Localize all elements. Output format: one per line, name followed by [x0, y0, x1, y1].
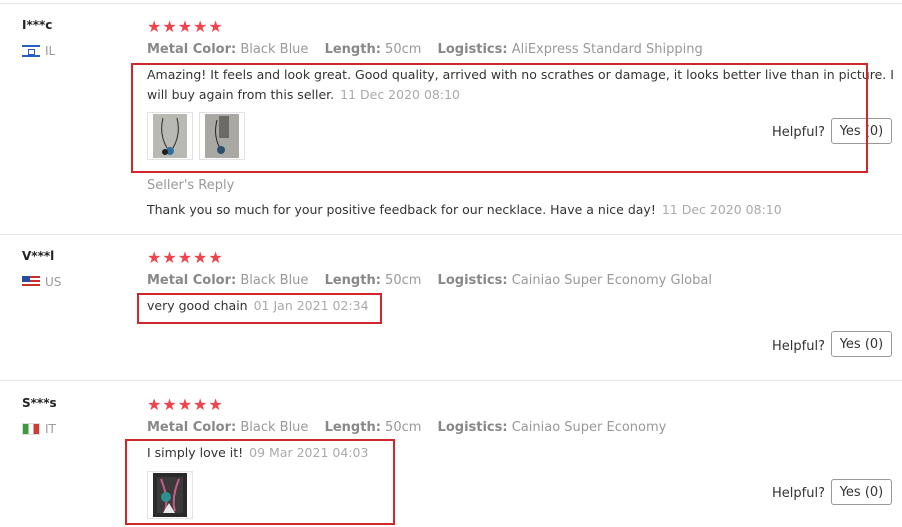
review-photos	[147, 112, 245, 160]
helpful-label: Helpful?	[772, 486, 825, 501]
star-rating: ★★★★★	[147, 17, 224, 36]
reviewer-name: V***l	[22, 249, 55, 263]
helpful-yes-button[interactable]: Yes (0)	[831, 479, 892, 505]
reviewer-country: US	[22, 275, 61, 289]
review-text: very good chain 01 Jan 2021 02:34	[147, 296, 369, 316]
review-text: Amazing! It feels and look great. Good q…	[147, 65, 894, 105]
necklace-photo-icon	[153, 473, 187, 517]
metal-color-label: Metal Color:	[147, 42, 237, 57]
sku-properties: Metal Color: Black Blue Length: 50cm Log…	[147, 420, 666, 435]
country-code: US	[45, 275, 62, 289]
reviewer-name: I***c	[22, 18, 53, 32]
length-value: 50cm	[385, 273, 422, 288]
country-code: IL	[45, 44, 56, 58]
israel-flag-icon	[22, 45, 40, 57]
seller-reply-label: Seller's Reply	[147, 178, 235, 193]
review-text-line: will buy again from this seller.	[147, 87, 335, 102]
review-divider	[0, 380, 902, 381]
logistics-label: Logistics:	[437, 42, 508, 57]
length-label: Length:	[324, 420, 381, 435]
necklace-photo-icon	[153, 114, 187, 158]
length-label: Length:	[324, 42, 381, 57]
review-date: 01 Jan 2021 02:34	[253, 298, 369, 313]
helpful-yes-button[interactable]: Yes (0)	[831, 118, 892, 144]
metal-color-label: Metal Color:	[147, 273, 237, 288]
review-photo-thumbnail[interactable]	[199, 112, 245, 160]
length-value: 50cm	[385, 42, 422, 57]
metal-color-value: Black Blue	[240, 42, 309, 57]
length-label: Length:	[324, 273, 381, 288]
reviewer-name: S***s	[22, 396, 57, 410]
sku-properties: Metal Color: Black Blue Length: 50cm Log…	[147, 273, 712, 288]
helpful-label: Helpful?	[772, 125, 825, 140]
review-text-line: Amazing! It feels and look great. Good q…	[147, 67, 894, 82]
reviewer-country: IL	[22, 44, 55, 58]
seller-reply: Thank you so much for your positive feed…	[147, 202, 782, 217]
review-date: 09 Mar 2021 04:03	[249, 445, 369, 460]
star-rating: ★★★★★	[147, 395, 224, 414]
metal-color-label: Metal Color:	[147, 420, 237, 435]
helpful-label: Helpful?	[772, 339, 825, 354]
reviewer-country: IT	[22, 422, 56, 436]
review-text-line: very good chain	[147, 298, 248, 313]
review-photo-thumbnail[interactable]	[147, 112, 193, 160]
logistics-value: Cainiao Super Economy	[511, 420, 667, 435]
helpful-yes-button[interactable]: Yes (0)	[831, 331, 892, 357]
necklace-photo-icon	[205, 114, 239, 158]
top-divider	[0, 3, 902, 4]
italy-flag-icon	[22, 423, 40, 435]
logistics-label: Logistics:	[437, 420, 508, 435]
logistics-label: Logistics:	[437, 273, 508, 288]
review-divider	[0, 234, 902, 235]
review-photos	[147, 471, 193, 519]
star-rating: ★★★★★	[147, 248, 224, 267]
review-photo-thumbnail[interactable]	[147, 471, 193, 519]
seller-reply-text: Thank you so much for your positive feed…	[147, 202, 656, 217]
review-date: 11 Dec 2020 08:10	[340, 87, 460, 102]
metal-color-value: Black Blue	[240, 273, 309, 288]
seller-reply-date: 11 Dec 2020 08:10	[661, 202, 782, 217]
review-text: I simply love it! 09 Mar 2021 04:03	[147, 443, 368, 463]
review-text-line: I simply love it!	[147, 445, 244, 460]
length-value: 50cm	[385, 420, 422, 435]
us-flag-icon	[22, 276, 40, 288]
metal-color-value: Black Blue	[240, 420, 309, 435]
country-code: IT	[45, 422, 56, 436]
logistics-value: AliExpress Standard Shipping	[511, 42, 703, 57]
sku-properties: Metal Color: Black Blue Length: 50cm Log…	[147, 42, 703, 57]
logistics-value: Cainiao Super Economy Global	[511, 273, 712, 288]
